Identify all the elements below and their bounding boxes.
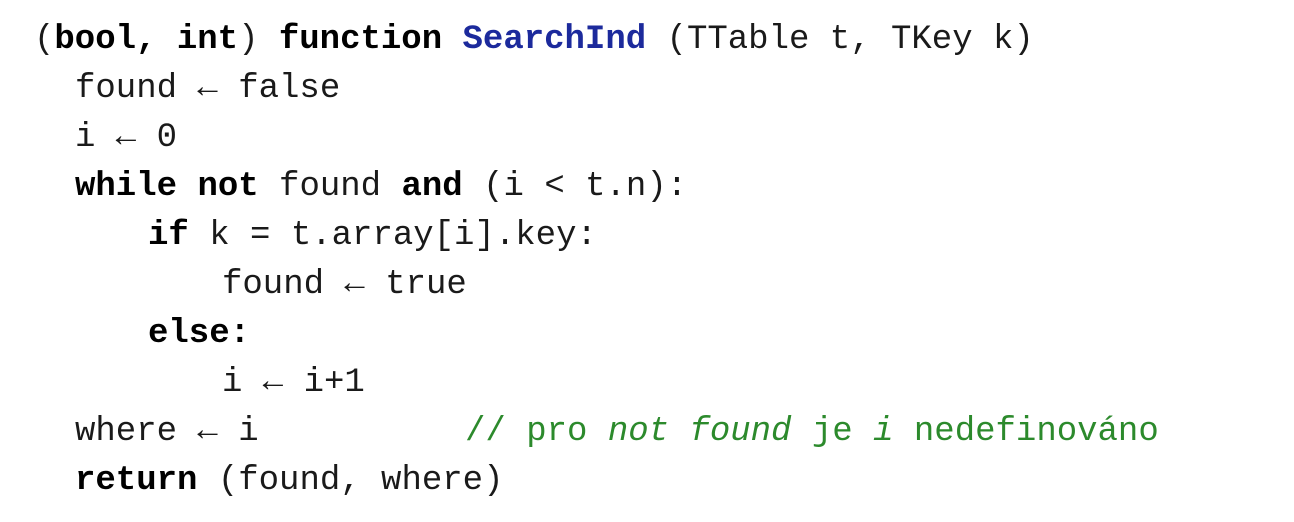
else-colon: :: [229, 315, 251, 353]
code-line-i-init: i ← 0: [75, 114, 177, 163]
keyword-return: return: [75, 462, 198, 500]
keyword-while: while: [75, 168, 178, 206]
pseudocode-block: (bool, int) function SearchInd (TTable t…: [0, 0, 1294, 522]
comment-not-found: not found: [607, 413, 792, 451]
function-name: SearchInd: [462, 21, 647, 59]
type-int: int: [176, 21, 239, 59]
code-line-increment: i ← i+1: [222, 359, 365, 408]
comment-prefix: // pro: [465, 413, 608, 451]
while-condition: (i < t.n):: [462, 168, 688, 206]
code-line-found-true: found ← true: [222, 261, 467, 310]
statement: i ← 0: [75, 119, 178, 157]
keyword-if: if: [148, 217, 189, 255]
function-params: (TTable t, TKey k): [646, 21, 1034, 59]
statement: found ← true: [222, 266, 467, 304]
open-paren: (: [34, 21, 55, 59]
keyword-and: and: [401, 168, 463, 206]
code-comment: // pro not found je i nedefinováno: [465, 408, 1159, 457]
statement: found ← false: [75, 70, 341, 108]
statement: where ← i: [75, 413, 259, 451]
code-line-return: return (found, where): [75, 457, 503, 506]
statement: i ← i+1: [222, 364, 365, 402]
close-paren: ): [238, 21, 279, 59]
while-mid: found: [258, 168, 402, 206]
comment-rest: nedefinováno: [893, 413, 1159, 451]
return-value: (found, where): [197, 462, 504, 500]
comment-i: i: [873, 413, 894, 451]
keyword-else: else: [148, 315, 230, 353]
if-condition: k = t.array[i].key:: [188, 217, 597, 255]
code-line-else: else:: [148, 310, 250, 359]
code-line-where: where ← i: [75, 408, 259, 457]
code-line-if: if k = t.array[i].key:: [148, 212, 597, 261]
keyword-function: function: [278, 21, 443, 59]
comma: ,: [136, 21, 177, 59]
code-line-signature: (bool, int) function SearchInd (TTable t…: [34, 16, 1034, 65]
keyword-not: not: [197, 168, 259, 206]
comment-je: je: [791, 413, 874, 451]
code-line-found-init: found ← false: [75, 65, 340, 114]
code-line-while: while not found and (i < t.n):: [75, 163, 687, 212]
type-bool: bool: [54, 21, 137, 59]
